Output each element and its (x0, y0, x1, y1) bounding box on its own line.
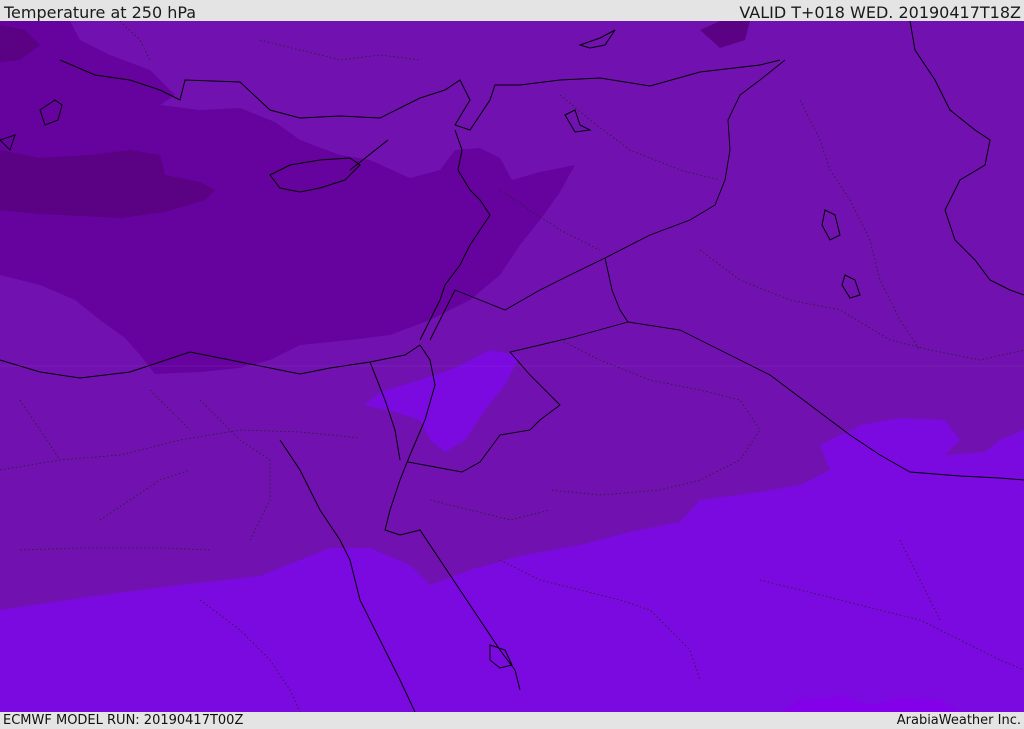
map-title: Temperature at 250 hPa (4, 3, 197, 21)
header-bar: Temperature at 250 hPa VALID T+018 WED. … (0, 0, 1024, 21)
footer-bar: ECMWF MODEL RUN: 20190417T00Z ArabiaWeat… (0, 712, 1024, 729)
temperature-map[interactable] (0, 21, 1024, 712)
credit: ArabiaWeather Inc. (896, 713, 1021, 728)
valid-time: VALID T+018 WED. 20190417T18Z (739, 3, 1021, 21)
model-run: ECMWF MODEL RUN: 20190417T00Z (3, 713, 244, 728)
